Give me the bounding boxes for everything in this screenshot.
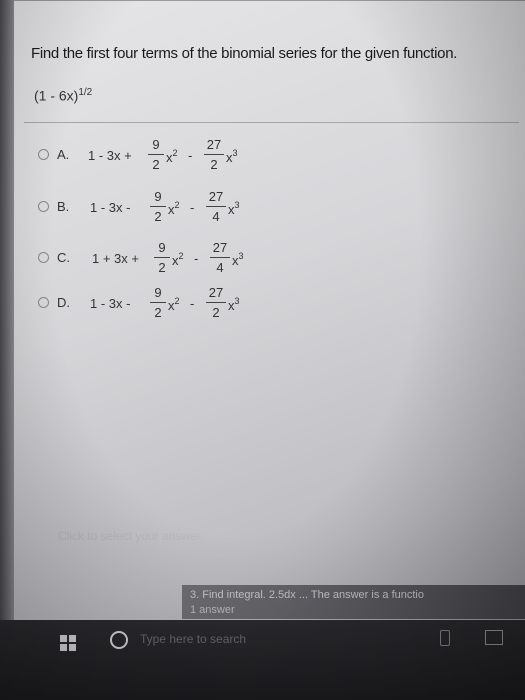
window-left-edge (0, 0, 14, 620)
frac-numerator: 9 (158, 240, 166, 255)
frac-denominator: 2 (158, 260, 166, 275)
frac-numerator: 27 (208, 285, 224, 300)
fraction-bar (148, 154, 164, 155)
frac-numerator: 27 (208, 189, 224, 204)
expr-lead: 1 - 3x - (90, 296, 131, 311)
radio-option-b[interactable] (38, 201, 49, 212)
expr-mid: x2 (168, 200, 180, 217)
expr-tail: x3 (232, 251, 244, 268)
fraction-1: 92 (152, 239, 172, 276)
fraction-bar (204, 154, 224, 155)
fraction-2: 27 2 (204, 284, 228, 321)
fraction-bar (150, 206, 166, 207)
fraction-2: 27 2 (202, 136, 226, 173)
term-exponent: 3 (234, 296, 240, 306)
divider (24, 122, 519, 123)
fraction-1: 92 (148, 188, 168, 225)
option-d[interactable]: D. 1 - 3x - 92 x2 - 27 2 x3 (38, 284, 338, 324)
expr-operator: - (194, 251, 199, 266)
expr-mid: x2 (166, 148, 178, 165)
term-exponent: 3 (234, 200, 240, 210)
frac-denominator: 4 (212, 209, 220, 224)
expr-lead: 1 - 3x - (90, 200, 131, 215)
frac-denominator: 2 (212, 305, 220, 320)
term-exponent: 3 (232, 148, 238, 158)
option-letter: D. (57, 295, 70, 310)
windows-start-icon[interactable] (50, 624, 80, 654)
term-exponent: 3 (238, 251, 244, 261)
taskbar-search-input[interactable] (140, 632, 340, 646)
frac-numerator: 27 (212, 240, 228, 255)
related-question-answers: 1 answer (190, 604, 235, 616)
radio-option-d[interactable] (38, 297, 49, 308)
term-exponent: 2 (174, 200, 180, 210)
fraction-2: 27 4 (208, 239, 232, 276)
expr-tail: x3 (226, 148, 238, 165)
search-icon[interactable] (110, 631, 128, 649)
option-letter: B. (57, 199, 70, 214)
expr-mid: x2 (168, 296, 180, 313)
question-text: Find the first four terms of the binomia… (31, 45, 458, 62)
frac-denominator: 2 (152, 157, 160, 172)
frac-numerator: 9 (154, 189, 162, 204)
fraction-bar (206, 302, 226, 303)
notification-icon[interactable] (485, 630, 503, 645)
expr-tail: x3 (228, 296, 240, 313)
frac-denominator: 4 (216, 260, 224, 275)
radio-option-c[interactable] (38, 252, 49, 263)
function-exponent: 1/2 (78, 87, 93, 98)
function-base: (1 - 6x) (34, 87, 79, 104)
term-exponent: 2 (174, 296, 180, 306)
option-c[interactable]: C. 1 + 3x + 92 x2 - 27 4 x3 (38, 239, 338, 279)
expr-lead: 1 + 3x + (92, 251, 139, 266)
expr-mid: x2 (172, 251, 184, 268)
select-answer-hint: Click to select your answer. (58, 529, 204, 543)
fraction-bar (206, 206, 226, 207)
frac-numerator: 9 (154, 285, 162, 300)
radio-option-a[interactable] (38, 149, 49, 160)
expr-operator: - (190, 296, 195, 311)
expr-operator: - (190, 200, 195, 215)
expr-operator: - (188, 148, 193, 163)
taskbar (0, 620, 525, 700)
option-letter: A. (57, 147, 70, 162)
frac-denominator: 2 (154, 305, 162, 320)
expr-lead: 1 - 3x + (88, 148, 132, 163)
fraction-2: 27 4 (204, 188, 228, 225)
frac-numerator: 27 (206, 137, 222, 152)
fraction-bar (154, 257, 170, 258)
expr-tail: x3 (228, 200, 240, 217)
frac-denominator: 2 (210, 157, 218, 172)
option-a[interactable]: A. 1 - 3x + 92 x2 - 27 2 x3 (38, 136, 338, 176)
term-exponent: 2 (172, 148, 178, 158)
tray-icon[interactable] (440, 630, 450, 646)
screen: Find the first four terms of the binomia… (0, 0, 525, 700)
frac-numerator: 9 (152, 137, 160, 152)
fraction-1: 92 (148, 284, 168, 321)
option-letter: C. (57, 250, 70, 265)
related-question-link[interactable]: 3. Find integral. 2.5dx ... The answer i… (190, 589, 424, 601)
fraction-bar (210, 257, 230, 258)
related-question-panel: 3. Find integral. 2.5dx ... The answer i… (182, 585, 525, 619)
frac-denominator: 2 (154, 209, 162, 224)
term-exponent: 2 (178, 251, 184, 261)
fraction-1: 92 (146, 136, 166, 173)
given-function: (1 - 6x)1/2 (34, 87, 92, 104)
fraction-bar (150, 302, 166, 303)
option-b[interactable]: B. 1 - 3x - 92 x2 - 27 4 x3 (38, 188, 338, 228)
question-panel: Find the first four terms of the binomia… (14, 0, 525, 576)
